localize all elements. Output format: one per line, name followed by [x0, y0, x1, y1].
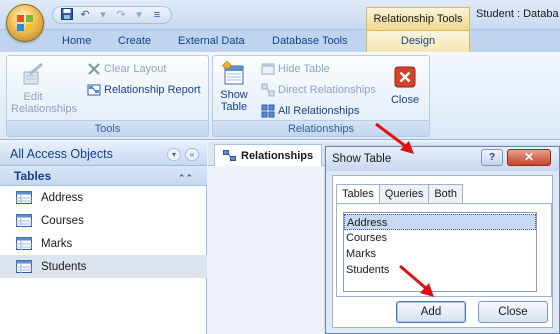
tab-queries[interactable]: Queries [378, 184, 430, 203]
relationship-report-button[interactable]: Relationship Report [87, 83, 201, 97]
ribbon: Edit Relationships Clear Layout Relation… [0, 52, 560, 140]
nav-pane-title: All Access Objects [10, 147, 113, 161]
dropdown-icon[interactable]: ▾ [95, 8, 111, 22]
list-item-students[interactable]: Students [344, 262, 536, 278]
navigation-pane: All Access Objects ▾ « Tables ⌃⌃ Address… [0, 142, 207, 334]
list-item-courses[interactable]: Courses [344, 230, 536, 246]
nav-menu-dropdown-icon[interactable]: ▾ [167, 148, 181, 161]
list-item-marks[interactable]: Marks [344, 246, 536, 262]
tab-home[interactable]: Home [62, 35, 91, 47]
direct-relationships-button[interactable]: Direct Relationships [261, 83, 376, 97]
document-title: Student : Databa [476, 8, 559, 20]
show-table-button[interactable]: Show Table [219, 60, 249, 113]
close-icon: ✕ [523, 150, 535, 164]
add-button[interactable]: Add [396, 301, 466, 323]
relationships-icon [223, 150, 236, 161]
dialog-close-button[interactable]: ✕ [507, 149, 551, 166]
nav-item-label: Students [41, 260, 87, 273]
show-table-label-line2: Table [220, 101, 248, 113]
undo-icon[interactable]: ↶ [77, 8, 93, 22]
table-icon [16, 214, 32, 227]
nav-item-label: Marks [41, 237, 73, 250]
edit-relationships-button[interactable]: Edit Relationships [11, 62, 78, 115]
redo-icon[interactable]: ↷ [113, 8, 129, 22]
collapse-group-icon[interactable]: ⌃⌃ [178, 168, 193, 188]
ribbon-tabs: Home Create External Data Database Tools… [0, 30, 560, 52]
dialog-tabs: Tables Queries Both [336, 184, 463, 204]
direct-relationships-icon [261, 83, 275, 97]
hide-table-icon [261, 63, 275, 75]
relationship-report-label: Relationship Report [104, 84, 201, 96]
list-item-address[interactable]: Address [344, 214, 536, 230]
close-relationships-button[interactable]: Close [389, 66, 421, 106]
show-table-label-line1: Show [220, 89, 248, 101]
document-tab-label: Relationships [241, 149, 314, 162]
save-icon[interactable] [59, 8, 75, 22]
edit-relationships-label: Edit Relationships [11, 91, 78, 115]
all-relationships-icon [261, 104, 275, 118]
edit-relationships-icon [23, 62, 43, 85]
nav-item-courses[interactable]: Courses [0, 209, 207, 232]
shutter-bar-collapse-icon[interactable]: « [185, 148, 199, 161]
office-logo-icon [17, 15, 33, 31]
close-button[interactable]: Close [478, 301, 548, 323]
nav-group-tables[interactable]: Tables ⌃⌃ [0, 166, 207, 186]
tab-both[interactable]: Both [428, 184, 463, 203]
title-bar: ↶ ▾ ↷ ▾ ≡ Relationship Tools Student : D… [0, 0, 560, 30]
nav-item-label: Address [41, 191, 84, 204]
quick-access-toolbar: ↶ ▾ ↷ ▾ ≡ [52, 6, 172, 24]
tools-group: Edit Relationships Clear Layout Relation… [6, 55, 209, 137]
annotation-arrow-icon [375, 122, 414, 154]
tab-tables[interactable]: Tables [336, 184, 380, 204]
nav-item-address[interactable]: Address [0, 186, 207, 209]
clear-layout-label: Clear Layout [104, 63, 167, 75]
tab-relationships[interactable]: Relationships [214, 144, 323, 166]
table-listbox[interactable]: Address Courses Marks Students [343, 212, 537, 292]
contextual-tab-relationship-tools: Relationship Tools [366, 7, 470, 30]
all-relationships-label: All Relationships [278, 105, 360, 117]
table-icon [16, 237, 32, 250]
nav-item-students[interactable]: Students [0, 255, 207, 278]
table-icon [16, 260, 32, 273]
hide-table-button[interactable]: Hide Table [261, 62, 330, 76]
nav-pane-header[interactable]: All Access Objects ▾ « [0, 142, 207, 166]
help-button[interactable]: ? [481, 149, 503, 166]
close-icon [394, 66, 416, 88]
office-button[interactable] [6, 4, 44, 42]
direct-relationships-label: Direct Relationships [278, 84, 376, 96]
tab-create[interactable]: Create [118, 35, 151, 47]
clear-layout-button[interactable]: Clear Layout [87, 62, 166, 76]
hide-table-label: Hide Table [278, 63, 330, 75]
nav-item-marks[interactable]: Marks [0, 232, 207, 255]
tab-database-tools[interactable]: Database Tools [272, 35, 348, 47]
table-icon [16, 191, 32, 204]
tab-external-data[interactable]: External Data [178, 35, 245, 47]
tab-design[interactable]: Design [366, 30, 470, 52]
annotation-arrow-icon [399, 264, 434, 297]
dropdown-icon[interactable]: ▾ [131, 8, 147, 22]
all-relationships-button[interactable]: All Relationships [261, 104, 359, 118]
nav-item-label: Courses [41, 214, 84, 227]
tools-group-label: Tools [7, 120, 208, 136]
close-label: Close [390, 94, 420, 106]
relationship-report-icon [87, 84, 101, 96]
show-table-icon [221, 60, 244, 85]
customize-qat-icon[interactable]: ≡ [149, 8, 165, 22]
clear-layout-icon [88, 63, 100, 75]
nav-group-label: Tables [14, 169, 52, 183]
